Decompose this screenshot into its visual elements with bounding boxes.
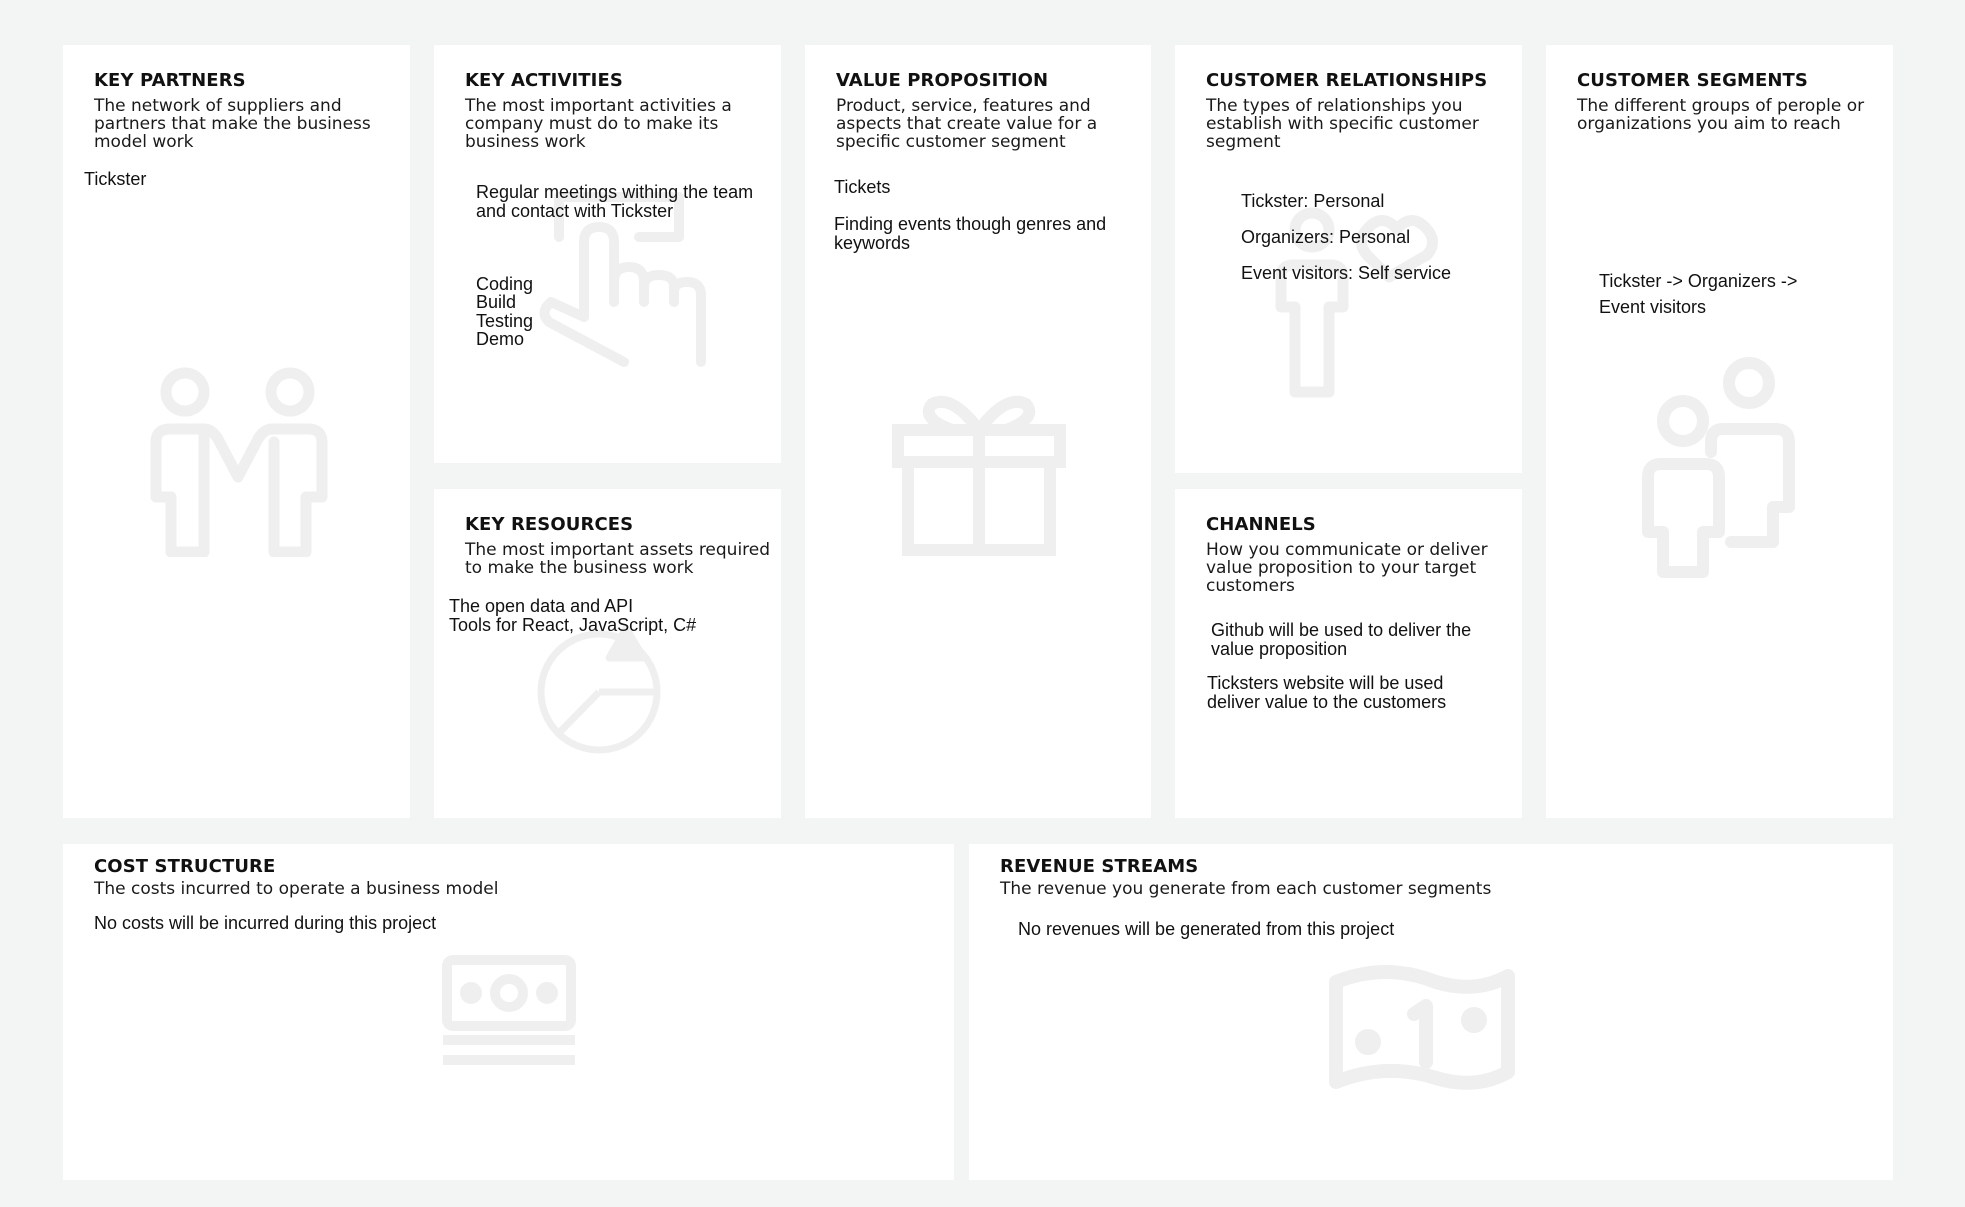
customer-relationships-note-3: Event visitors: Self service xyxy=(1241,263,1452,283)
customer-segments-note: Tickster -> Organizers -> Event visitors xyxy=(1599,271,1798,317)
channels-card: CHANNELS How you communicate or deliver … xyxy=(1175,489,1522,818)
value-proposition-description: Product, service, features and aspects t… xyxy=(836,96,1098,152)
customer-segments-title: CUSTOMER SEGMENTS xyxy=(1577,70,1808,91)
value-proposition-card: VALUE PROPOSITION Product, service, feat… xyxy=(805,45,1151,818)
cost-structure-card: COST STRUCTURE The costs incurred to ope… xyxy=(63,844,954,1180)
customer-relationships-note-1: Tickster: Personal xyxy=(1241,191,1385,211)
key-activities-description: The most important activities a company … xyxy=(465,96,732,152)
cash-stack-icon xyxy=(441,954,577,1069)
revenue-streams-title: REVENUE STREAMS xyxy=(1000,856,1199,877)
cost-structure-note: No costs will be incurred during this pr… xyxy=(94,913,437,933)
key-partners-note: Tickster xyxy=(84,169,147,189)
key-resources-description: The most important assets required to ma… xyxy=(465,540,771,578)
value-proposition-title: VALUE PROPOSITION xyxy=(836,70,1049,91)
key-resources-note: The open data and API Tools for React, J… xyxy=(449,596,697,635)
cost-structure-title: COST STRUCTURE xyxy=(94,856,276,877)
customer-segments-description: The different groups of perople or organ… xyxy=(1577,96,1865,134)
key-activities-card: KEY ACTIVITIES The most important activi… xyxy=(434,45,781,463)
value-proposition-note-1: Tickets xyxy=(834,177,891,197)
customer-segments-card: CUSTOMER SEGMENTS The different groups o… xyxy=(1546,45,1893,818)
customer-relationships-card: CUSTOMER RELATIONSHIPS The types of rela… xyxy=(1175,45,1522,473)
key-resources-title: KEY RESOURCES xyxy=(465,514,634,535)
gift-icon xyxy=(892,390,1067,560)
value-proposition-note-2: Finding events though genres and keyword… xyxy=(834,214,1107,253)
channels-note-2: Ticksters website will be used deliver v… xyxy=(1207,673,1447,712)
key-resources-card: KEY RESOURCES The most important assets … xyxy=(434,489,781,818)
key-partners-card: KEY PARTNERS The network of suppliers an… xyxy=(63,45,410,818)
customer-relationships-note-2: Organizers: Personal xyxy=(1241,227,1411,247)
cost-structure-description: The costs incurred to operate a business… xyxy=(94,879,499,899)
resources-shapes-icon xyxy=(534,624,674,759)
key-partners-title: KEY PARTNERS xyxy=(94,70,246,91)
channels-description: How you communicate or deliver value pro… xyxy=(1206,540,1488,596)
banknote-icon xyxy=(1326,964,1516,1099)
key-activities-title: KEY ACTIVITIES xyxy=(465,70,623,91)
channels-note-1: Github will be used to deliver the value… xyxy=(1211,620,1472,659)
key-partners-description: The network of suppliers and partners th… xyxy=(94,96,371,152)
revenue-streams-note: No revenues will be generated from this … xyxy=(1018,919,1395,939)
customer-relationships-title: CUSTOMER RELATIONSHIPS xyxy=(1206,70,1488,91)
customer-relationships-description: The types of relationships you establish… xyxy=(1206,96,1479,152)
key-activities-note-1: Regular meetings withing the team and co… xyxy=(476,182,754,221)
key-activities-note-2: Coding Build Testing Demo xyxy=(476,273,534,349)
revenue-streams-card: REVENUE STREAMS The revenue you generate… xyxy=(969,844,1893,1180)
revenue-streams-description: The revenue you generate from each custo… xyxy=(1000,879,1492,899)
partners-icon xyxy=(146,367,331,557)
people-group-icon xyxy=(1641,357,1801,582)
channels-title: CHANNELS xyxy=(1206,514,1316,535)
